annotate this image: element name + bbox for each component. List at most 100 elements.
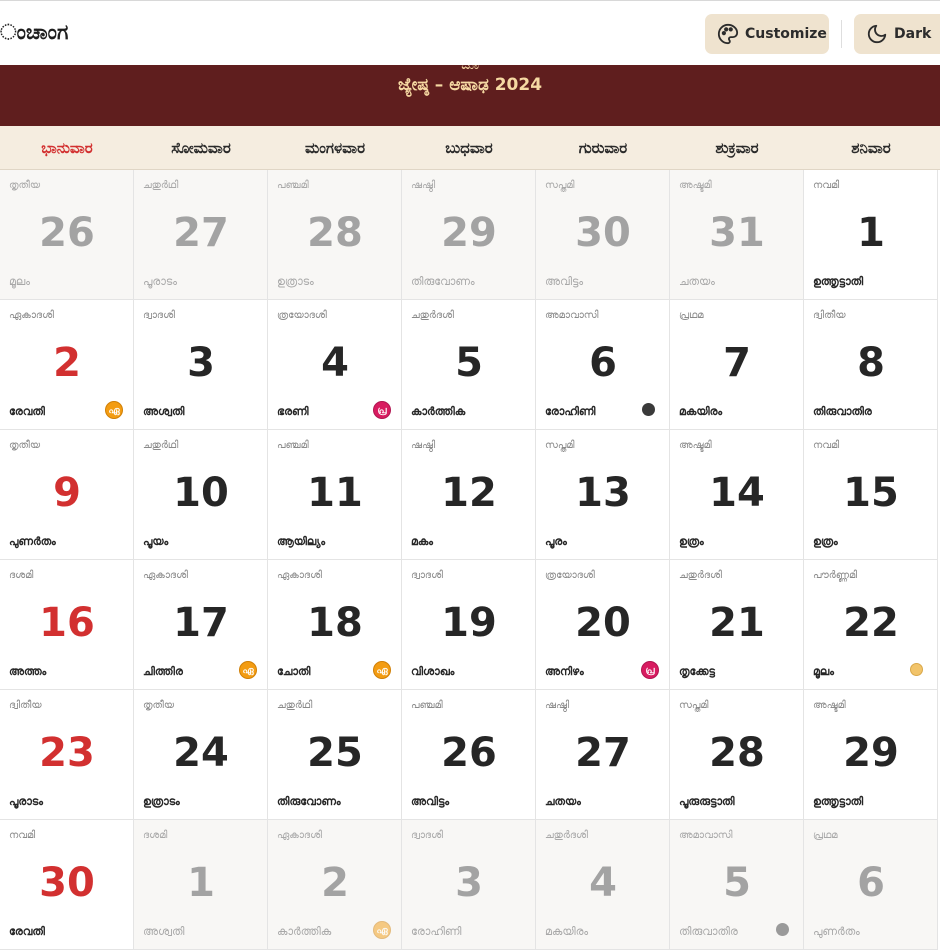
- day-number: 4: [321, 340, 349, 386]
- calendar-day-cell[interactable]: സപ്തമി 30 അവിട്ടം: [536, 170, 670, 300]
- calendar-day-cell[interactable]: ത്രയോദശി 4 ഭരണി പ്ര: [268, 300, 402, 430]
- tithi-label: ദ്വിതീയ: [813, 310, 846, 321]
- day-number: 3: [455, 860, 483, 906]
- nakshatra-label: ഉത്രം: [679, 535, 704, 548]
- nakshatra-label: തിരുവോണം: [411, 275, 475, 288]
- calendar-day-cell[interactable]: ചതുർദശി 5 കാർത്തിക: [402, 300, 536, 430]
- top-bar: ಂಚಾಂಗ Customize Dark: [0, 0, 940, 65]
- calendar-day-cell[interactable]: ഷഷ്ഠി 12 മകം: [402, 430, 536, 560]
- calendar-day-cell[interactable]: പഞ്ചമി 26 അവിട്ടം: [402, 690, 536, 820]
- day-number: 6: [857, 860, 885, 906]
- nakshatra-label: ഉത്രം: [813, 535, 838, 548]
- moon-icon: [867, 24, 887, 44]
- weekday-label: ಶುಕ್ರವಾರ: [715, 139, 759, 157]
- calendar-day-cell[interactable]: അമാവാസി 5 തിരുവാതിര: [670, 820, 804, 950]
- calendar-day-cell[interactable]: അഷ്ടമി 14 ഉത്രം: [670, 430, 804, 560]
- calendar-day-cell[interactable]: ഷഷ്ഠി 29 തിരുവോണം: [402, 170, 536, 300]
- calendar-day-cell[interactable]: ത്രയോദശി 20 അനിഴം പ്ര: [536, 560, 670, 690]
- calendar-day-cell[interactable]: ദ്വാദശി 3 അശ്വതി: [134, 300, 268, 430]
- day-number: 1: [857, 210, 885, 256]
- calendar-day-cell[interactable]: സപ്തമി 13 പൂരം: [536, 430, 670, 560]
- ekadashi-badge-icon: ഏ: [105, 401, 123, 419]
- day-number: 25: [307, 730, 363, 776]
- tithi-label: സപ്തമി: [545, 440, 575, 451]
- banner-subtitle: ಜೂ: [0, 65, 940, 71]
- tithi-label: ചതുർഥി: [277, 700, 313, 711]
- tithi-label: ഷഷ്ഠി: [411, 180, 436, 191]
- calendar-day-cell[interactable]: ദ്വാദശി 3 രോഹിണി: [402, 820, 536, 950]
- calendar-day-cell[interactable]: ഷഷ്ഠി 27 ചതയം: [536, 690, 670, 820]
- tithi-label: ദ്വാദശി: [411, 570, 443, 581]
- calendar-day-cell[interactable]: ഏകാദശി 18 ചോതി ഏ: [268, 560, 402, 690]
- day-number: 9: [53, 470, 81, 516]
- calendar-day-cell[interactable]: അമാവാസി 6 രോഹിണി: [536, 300, 670, 430]
- month-title: ಜ್ಯೇಷ್ಠ – ಆಷಾಢ 2024: [397, 75, 543, 95]
- calendar-day-cell[interactable]: തൃതീയ 24 ഉത്രാടം: [134, 690, 268, 820]
- calendar-day-cell[interactable]: സപ്തമി 28 പൂരുരുട്ടാതി: [670, 690, 804, 820]
- calendar-day-cell[interactable]: പഞ്ചമി 28 ഉത്രാടം: [268, 170, 402, 300]
- nakshatra-label: അശ്വതി: [143, 405, 185, 418]
- tithi-label: നവമി: [813, 440, 840, 451]
- day-number: 5: [723, 860, 751, 906]
- nakshatra-label: വിശാഖം: [411, 665, 455, 678]
- calendar-day-cell[interactable]: പ്രഥമ 6 പുണർതം: [804, 820, 938, 950]
- calendar-day-cell[interactable]: തൃതീയ 26 മൂലം: [0, 170, 134, 300]
- tithi-label: ചതുർദശി: [545, 830, 588, 841]
- app-title: ಂಚಾಂಗ: [0, 20, 69, 44]
- ekadashi-badge-icon: ഏ: [373, 921, 391, 939]
- customize-button[interactable]: Customize: [705, 14, 829, 54]
- nakshatra-label: പൂരാടം: [143, 275, 177, 288]
- calendar-day-cell[interactable]: നവമി 1 ഉത്തൃട്ടാതി: [804, 170, 938, 300]
- nakshatra-label: പുണർതം: [813, 925, 860, 938]
- day-number: 11: [307, 470, 363, 516]
- calendar-day-cell[interactable]: തൃതീയ 9 പുണർതം: [0, 430, 134, 560]
- calendar-day-cell[interactable]: പൗർണ്ണമി 22 മൂലം: [804, 560, 938, 690]
- tithi-label: തൃതീയ: [9, 180, 41, 191]
- day-number: 20: [575, 600, 631, 646]
- tithi-label: സപ്തമി: [545, 180, 575, 191]
- calendar-day-cell[interactable]: ദശമി 16 അത്തം: [0, 560, 134, 690]
- nakshatra-label: അവിട്ടം: [545, 275, 584, 288]
- calendar-day-cell[interactable]: ദ്വിതീയ 8 തിരുവാതിര: [804, 300, 938, 430]
- day-number: 3: [187, 340, 215, 386]
- calendar-day-cell[interactable]: ദ്വാദശി 19 വിശാഖം: [402, 560, 536, 690]
- dark-mode-button[interactable]: Dark: [854, 14, 940, 54]
- tithi-label: അഷ്ടമി: [679, 440, 712, 451]
- tithi-label: ഷഷ്ഠി: [411, 440, 436, 451]
- calendar-day-cell[interactable]: ഏകാദശി 2 രേവതി ഏ: [0, 300, 134, 430]
- calendar-day-cell[interactable]: ഏകാദശി 2 കാർത്തിക ഏ: [268, 820, 402, 950]
- tithi-label: ഷഷ്ഠി: [545, 700, 570, 711]
- calendar-day-cell[interactable]: പ്രഥമ 7 മകയിരം: [670, 300, 804, 430]
- day-number: 15: [843, 470, 899, 516]
- day-number: 18: [307, 600, 363, 646]
- calendar-day-cell[interactable]: നവമി 30 രേവതി: [0, 820, 134, 950]
- calendar-day-cell[interactable]: അഷ്ടമി 29 ഉത്തൃട്ടാതി: [804, 690, 938, 820]
- tithi-label: ത്രയോദശി: [277, 310, 327, 321]
- month-banner: ಜೂ ಜ್ಯೇಷ್ಠ – ಆಷಾಢ 2024: [0, 65, 940, 126]
- calendar-day-cell[interactable]: ചതുർദശി 21 തൃക്കേട്ട: [670, 560, 804, 690]
- tithi-label: ദശമി: [143, 830, 168, 841]
- tithi-label: പ്രഥമ: [679, 310, 704, 321]
- calendar-day-cell[interactable]: ചതുർഥി 27 പൂരാടം: [134, 170, 268, 300]
- nakshatra-label: ചിത്തിര: [143, 665, 183, 678]
- tithi-label: പഞ്ചമി: [411, 700, 443, 711]
- calendar-day-cell[interactable]: നവമി 15 ഉത്രം: [804, 430, 938, 560]
- nakshatra-label: പുണർതം: [9, 535, 56, 548]
- nakshatra-label: ചോതി: [277, 665, 311, 678]
- calendar-day-cell[interactable]: ചതുർഥി 25 തിരുവോണം: [268, 690, 402, 820]
- day-number: 12: [441, 470, 497, 516]
- calendar-day-cell[interactable]: അഷ്ടമി 31 ചതയം: [670, 170, 804, 300]
- day-number: 23: [39, 730, 95, 776]
- calendar-week-row: ഏകാദശി 2 രേവതി ഏ ദ്വാദശി 3 അശ്വതി ത്രയോദശി 4 ഭരണി…: [0, 300, 940, 430]
- calendar-day-cell[interactable]: ദശമി 1 അശ്വതി: [134, 820, 268, 950]
- tithi-label: ഏകാദശി: [277, 830, 322, 841]
- calendar-day-cell[interactable]: ദ്വിതീയ 23 പൂരാടം: [0, 690, 134, 820]
- day-number: 21: [709, 600, 765, 646]
- calendar-day-cell[interactable]: ഏകാദശി 17 ചിത്തിര ഏ: [134, 560, 268, 690]
- calendar-day-cell[interactable]: പഞ്ചമി 11 ആയില്യം: [268, 430, 402, 560]
- nakshatra-label: മൂലം: [813, 665, 834, 678]
- calendar-day-cell[interactable]: ചതുർദശി 4 മകയിരം: [536, 820, 670, 950]
- calendar-grid: തൃതീയ 26 മൂലം ചതുർഥി 27 പൂരാടം പഞ്ചമി 28 ഉത്രാടം…: [0, 170, 940, 950]
- calendar-day-cell[interactable]: ചതുർഥി 10 പൂയം: [134, 430, 268, 560]
- nakshatra-label: മകയിരം: [679, 405, 723, 418]
